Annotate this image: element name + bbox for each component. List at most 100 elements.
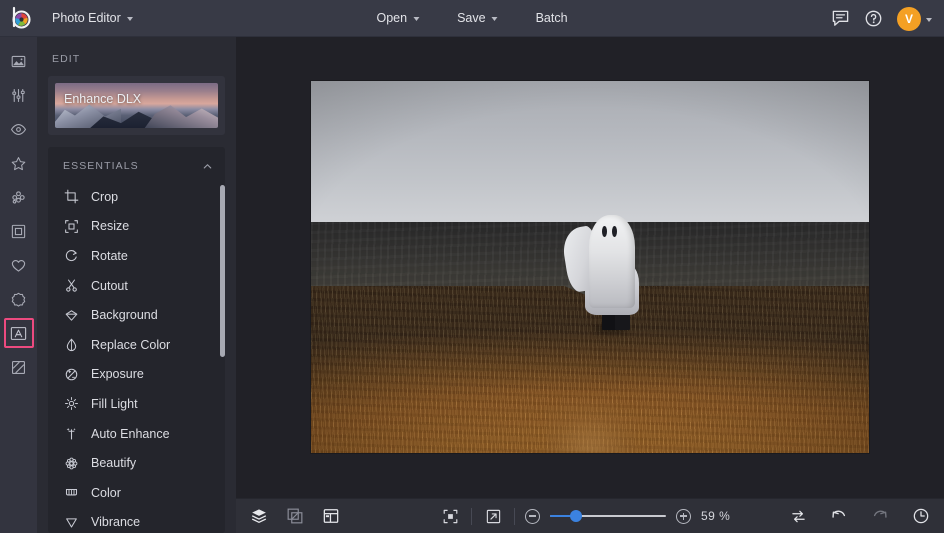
image-icon — [10, 53, 27, 70]
avatar: V — [897, 7, 921, 31]
app-body: EDIT Enhance DLX ESSENTIALS — [0, 37, 944, 533]
canvas-area: 59 % — [236, 37, 944, 533]
menu-item-label: Replace Color — [91, 338, 170, 352]
rail-item-text[interactable] — [4, 318, 34, 348]
chevron-down-icon — [413, 17, 419, 21]
undo-button[interactable] — [828, 505, 850, 527]
rail-item-favorites[interactable] — [4, 148, 34, 178]
photo-editor-window: Photo Editor Open Save Batch — [0, 0, 944, 533]
ghost-eye-right — [612, 226, 617, 237]
essentials-header[interactable]: ESSENTIALS — [48, 147, 225, 182]
exposure-circle-icon — [63, 366, 79, 382]
zoom-in-button[interactable] — [676, 509, 691, 524]
toolbar-divider — [514, 508, 515, 525]
menu-item-resize[interactable]: Resize — [48, 212, 225, 242]
rail-item-overlays[interactable] — [4, 182, 34, 212]
essentials-menu-list: Crop Resize — [48, 182, 225, 533]
rail-item-texture[interactable] — [4, 352, 34, 382]
menu-item-label: Color — [91, 486, 121, 500]
history-button[interactable] — [910, 505, 932, 527]
sidebar-scrollbar[interactable] — [220, 181, 225, 533]
menu-item-beautify[interactable]: Beautify — [48, 448, 225, 478]
star-icon — [10, 155, 27, 172]
sidebar-scrollbar-thumb[interactable] — [220, 185, 225, 357]
menu-item-rotate[interactable]: Rotate — [48, 241, 225, 271]
background-diamond-icon — [63, 307, 79, 323]
essentials-title: ESSENTIALS — [63, 160, 139, 172]
menu-item-label: Rotate — [91, 249, 128, 263]
top-bar-right: V — [831, 0, 932, 37]
clover-dots-icon — [10, 189, 27, 206]
rail-item-stickers[interactable] — [4, 284, 34, 314]
menu-item-label: Exposure — [91, 367, 144, 381]
compare-button[interactable] — [787, 505, 809, 527]
layers-icon — [250, 507, 268, 525]
toolbar-divider — [471, 508, 472, 525]
menu-item-exposure[interactable]: Exposure — [48, 360, 225, 390]
minus-circle-icon — [529, 515, 536, 516]
menu-item-fill-light[interactable]: Fill Light — [48, 389, 225, 419]
edit-sidebar: EDIT Enhance DLX ESSENTIALS — [37, 37, 236, 533]
rail-item-adjust[interactable] — [4, 80, 34, 110]
open-button[interactable]: Open — [363, 6, 432, 30]
fullscreen-button[interactable] — [482, 505, 504, 527]
badge-sticker-icon — [10, 291, 27, 308]
menu-item-background[interactable]: Background — [48, 300, 225, 330]
brand-logo[interactable] — [0, 6, 38, 30]
layers-button[interactable] — [248, 505, 270, 527]
menu-item-label: Resize — [91, 219, 129, 233]
bottom-bar-right — [787, 505, 932, 527]
menu-item-auto-enhance[interactable]: Auto Enhance — [48, 419, 225, 449]
account-menu[interactable]: V — [897, 7, 932, 31]
rail-item-hearts[interactable] — [4, 250, 34, 280]
color-palette-icon — [63, 485, 79, 501]
canvas-stage[interactable] — [236, 37, 944, 498]
text-frame-a-icon — [10, 326, 27, 341]
panel-layout-button[interactable] — [320, 505, 342, 527]
menu-item-cutout[interactable]: Cutout — [48, 271, 225, 301]
menu-item-label: Background — [91, 308, 158, 322]
transparency-button[interactable] — [284, 505, 306, 527]
bottom-bar-left — [236, 505, 342, 527]
chat-bubble-icon[interactable] — [831, 9, 850, 28]
top-bar: Photo Editor Open Save Batch — [0, 0, 944, 37]
rail-item-effects[interactable] — [4, 114, 34, 144]
save-button[interactable]: Save — [444, 6, 511, 30]
batch-button[interactable]: Batch — [523, 6, 581, 30]
menu-item-crop[interactable]: Crop — [48, 182, 225, 212]
zoom-slider-thumb[interactable] — [570, 510, 582, 522]
rail-item-frames[interactable] — [4, 216, 34, 246]
batch-button-label: Batch — [536, 11, 568, 25]
menu-item-label: Cutout — [91, 279, 128, 293]
fit-screen-icon — [442, 508, 459, 525]
bottom-bar: 59 % — [236, 498, 944, 533]
fit-to-screen-button[interactable] — [439, 505, 461, 527]
zoom-level-value: 59 % — [701, 509, 741, 523]
rail-item-image[interactable] — [4, 46, 34, 76]
redo-button[interactable] — [869, 505, 891, 527]
resize-icon — [63, 218, 79, 234]
history-clock-icon — [912, 507, 930, 525]
enhance-dlx-thumbnail: Enhance DLX — [55, 83, 218, 128]
menu-item-vibrance[interactable]: Vibrance — [48, 508, 225, 533]
rotate-icon — [63, 248, 79, 264]
zoom-out-button[interactable] — [525, 509, 540, 524]
question-circle-icon[interactable] — [864, 9, 883, 28]
menu-item-label: Vibrance — [91, 515, 140, 529]
panel-layout-icon — [322, 507, 340, 525]
sidebar-heading: EDIT — [37, 37, 236, 76]
tool-rail — [0, 37, 37, 533]
ghost-figure — [570, 207, 648, 330]
eye-icon — [10, 121, 27, 138]
top-bar-actions: Open Save Batch — [363, 6, 580, 30]
menu-item-replace-color[interactable]: Replace Color — [48, 330, 225, 360]
auto-enhance-wand-icon — [63, 426, 79, 442]
menu-item-color[interactable]: Color — [48, 478, 225, 508]
enhance-dlx-banner[interactable]: Enhance DLX — [48, 76, 225, 135]
fill-light-icon — [63, 396, 79, 412]
app-title-menu[interactable]: Photo Editor — [42, 7, 143, 29]
ghost-costume-field-photo[interactable] — [311, 81, 869, 453]
frame-square-icon — [10, 223, 27, 240]
menu-item-label: Crop — [91, 190, 118, 204]
zoom-slider[interactable] — [550, 509, 666, 523]
